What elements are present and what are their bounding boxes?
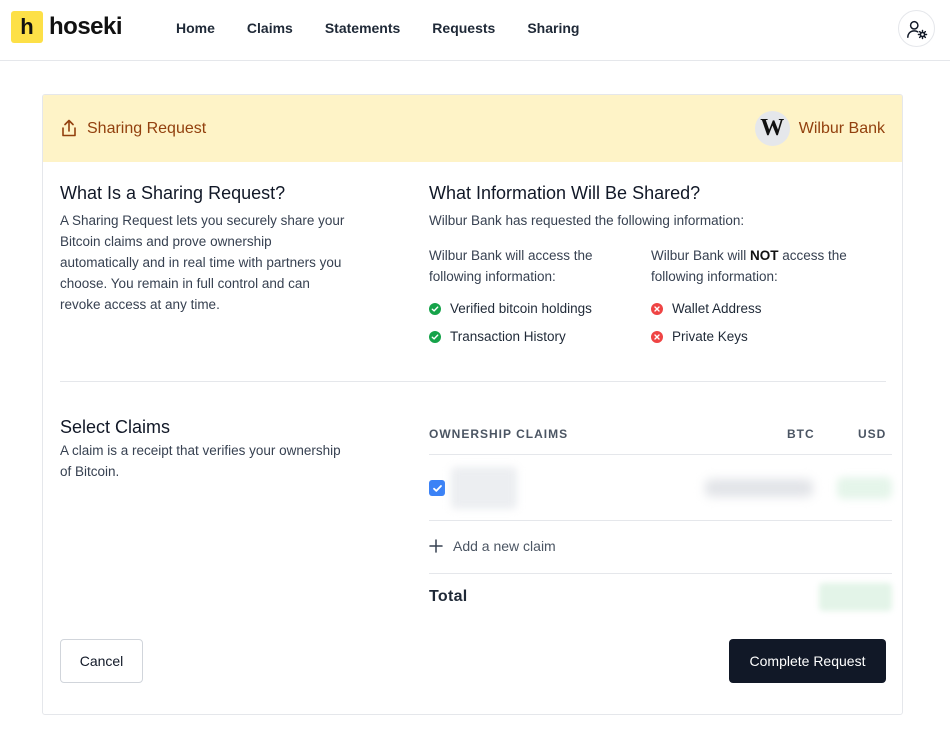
x-circle-icon (651, 302, 663, 315)
table-row[interactable] (429, 455, 892, 521)
plus-icon (429, 539, 443, 553)
access-item-label: Verified bitcoin holdings (450, 301, 592, 316)
header-title: Sharing Request (87, 119, 207, 137)
bank-logo: W (754, 111, 790, 146)
sharing-request-card: Sharing Request W Wilbur Bank What Is a … (42, 94, 903, 715)
nav-statements[interactable]: Statements (325, 19, 400, 37)
card-header: Sharing Request W Wilbur Bank (43, 95, 902, 162)
noaccess-heading: Wilbur Bank will NOT access the followin… (651, 248, 847, 284)
logo-text: hoseki (49, 13, 123, 40)
nav-sharing[interactable]: Sharing (527, 19, 579, 37)
user-settings-button[interactable] (898, 10, 935, 47)
hoseki-logo[interactable]: h hoseki (11, 11, 123, 43)
main-nav: Home Claims Statements Requests Sharing (176, 19, 611, 37)
logo-mark: h (11, 11, 43, 43)
total-row: Total (429, 574, 892, 624)
shared-info-subtitle: Wilbur Bank has requested the following … (429, 213, 745, 228)
shared-info-title: What Information Will Be Shared? (429, 183, 701, 203)
section-divider (60, 381, 886, 382)
add-claim-label: Add a new claim (453, 538, 556, 554)
checkmark-icon (432, 484, 442, 492)
what-is-section: What Is a Sharing Request? A Sharing Req… (60, 183, 350, 315)
noaccess-item: Wallet Address (651, 298, 866, 319)
noaccess-item: Private Keys (651, 326, 866, 347)
access-column: Wilbur Bank will access the following in… (429, 245, 644, 347)
access-item: Transaction History (429, 326, 644, 347)
what-is-description: A Sharing Request lets you securely shar… (60, 213, 345, 312)
table-header: OWNERSHIP CLAIMS BTC USD (429, 417, 892, 455)
claim-name-redacted (451, 467, 517, 509)
user-settings-icon (906, 20, 927, 39)
check-circle-icon (429, 330, 441, 343)
select-claims-description: A claim is a receipt that verifies your … (60, 443, 341, 479)
select-claims-section: Select Claims A claim is a receipt that … (60, 417, 350, 482)
noaccess-column: Wilbur Bank will NOT access the followin… (651, 245, 866, 347)
add-claim-row: Add a new claim (429, 521, 892, 574)
shared-info-section: What Information Will Be Shared? Wilbur … (429, 183, 889, 344)
check-circle-icon (429, 302, 441, 315)
nav-claims[interactable]: Claims (247, 19, 293, 37)
claims-table: OWNERSHIP CLAIMS BTC USD Add a new claim… (429, 417, 892, 624)
col-header-btc[interactable]: BTC (787, 427, 815, 441)
total-label: Total (429, 588, 468, 605)
claim-usd-redacted (837, 477, 892, 499)
nav-home[interactable]: Home (176, 19, 215, 37)
col-header-usd[interactable]: USD (858, 427, 886, 441)
cancel-button[interactable]: Cancel (60, 639, 143, 683)
select-claims-title: Select Claims (60, 417, 171, 437)
nav-requests[interactable]: Requests (432, 19, 495, 37)
top-navbar: h hoseki Home Claims Statements Requests… (0, 0, 950, 61)
share-upload-icon (62, 119, 76, 137)
total-value-redacted (819, 583, 892, 611)
access-item: Verified bitcoin holdings (429, 298, 644, 319)
access-heading: Wilbur Bank will access the following in… (429, 248, 593, 284)
noaccess-item-label: Private Keys (672, 329, 748, 344)
bank-name: Wilbur Bank (798, 119, 885, 137)
complete-request-button[interactable]: Complete Request (729, 639, 886, 683)
x-circle-icon (651, 330, 663, 343)
add-claim-button[interactable]: Add a new claim (429, 538, 556, 554)
what-is-title: What Is a Sharing Request? (60, 183, 286, 203)
noaccess-item-label: Wallet Address (672, 301, 762, 316)
claim-btc-redacted (705, 479, 813, 497)
claim-checkbox[interactable] (429, 480, 445, 496)
header-title-group: Sharing Request (60, 119, 206, 138)
col-header-ownership-claims[interactable]: OWNERSHIP CLAIMS (429, 427, 568, 441)
access-item-label: Transaction History (450, 329, 566, 344)
requesting-partner: W Wilbur Bank (754, 111, 885, 146)
